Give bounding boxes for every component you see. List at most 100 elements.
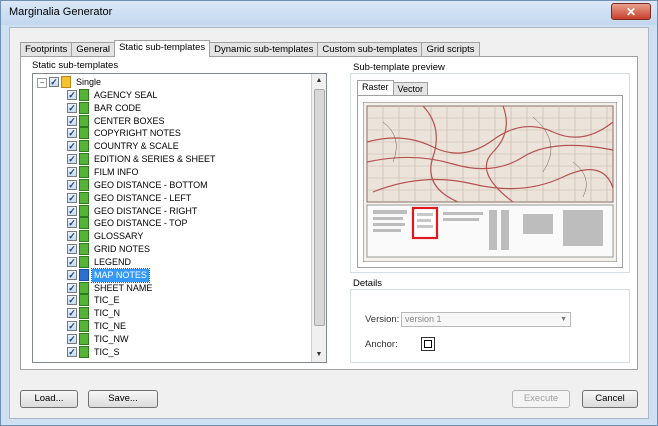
tree-scrollbar[interactable]: ▲ ▼ xyxy=(311,74,326,362)
tree-item-label: GEO DISTANCE - LEFT xyxy=(94,192,192,203)
tree-item[interactable]: ✓ COPYRIGHT NOTES xyxy=(33,127,313,140)
dialog-window: Marginalia Generator ✕ Footprints General… xyxy=(0,0,658,426)
checkbox-icon[interactable]: ✓ xyxy=(67,321,77,332)
tree-item[interactable]: ✓ GLOSSARY xyxy=(33,230,313,243)
template-icon xyxy=(79,101,89,114)
template-icon xyxy=(79,178,89,191)
tree-item[interactable]: ✓ GEO DISTANCE - BOTTOM xyxy=(33,178,313,192)
tree-item[interactable]: ✓ SHEET NAME xyxy=(33,281,313,295)
checkbox-icon[interactable]: ✓ xyxy=(49,77,59,87)
anchor-label: Anchor: xyxy=(365,339,398,350)
tree-item-label: COUNTRY & SCALE xyxy=(94,141,179,152)
tree-item[interactable]: ✓ TIC_NE xyxy=(33,320,313,333)
preview-tab-raster[interactable]: Raster xyxy=(357,80,394,95)
tree-item[interactable]: ✓ GRID NOTES xyxy=(33,243,313,256)
checkbox-icon[interactable]: ✓ xyxy=(67,231,77,242)
tab-dynamic-sub-templates[interactable]: Dynamic sub-templates xyxy=(209,42,319,57)
dialog-client: Footprints General Static sub-templates Dyn… xyxy=(9,27,649,419)
save-button[interactable]: Save... xyxy=(88,390,158,408)
preview-tab-strip: Raster Vector xyxy=(357,80,429,95)
tree-item-label: EDITION & SERIES & SHEET xyxy=(94,154,216,165)
tab-strip: Footprints General Static sub-templates Dyn… xyxy=(20,40,480,57)
tree-item[interactable]: ✓ COUNTRY & SCALE xyxy=(33,140,313,153)
load-button[interactable]: Load... xyxy=(20,390,78,408)
tab-static-sub-templates[interactable]: Static sub-templates xyxy=(114,40,211,57)
checkbox-icon[interactable]: ✓ xyxy=(67,89,77,100)
checkbox-icon[interactable]: ✓ xyxy=(67,346,77,357)
tree-item[interactable]: ✓ EDITION & SERIES & SHEET xyxy=(33,153,313,166)
anchor-icon[interactable] xyxy=(421,337,435,351)
checkbox-icon[interactable]: ✓ xyxy=(67,102,77,113)
map-preview-image xyxy=(363,102,617,262)
tab-custom-sub-templates[interactable]: Custom sub-templates xyxy=(317,42,423,57)
template-icon xyxy=(79,88,89,101)
tree-item[interactable]: ✓ GEO DISTANCE - LEFT xyxy=(33,191,313,205)
template-icon xyxy=(79,320,89,333)
template-icon xyxy=(79,165,89,178)
template-icon xyxy=(79,127,89,140)
template-icon xyxy=(79,114,89,127)
execute-button[interactable]: Execute xyxy=(512,390,570,408)
tree-item[interactable]: ✓ GEO DISTANCE - RIGHT xyxy=(33,204,313,218)
tree-item[interactable]: ✓ FILM INFO xyxy=(33,165,313,179)
close-button[interactable]: ✕ xyxy=(611,3,651,20)
checkbox-icon[interactable]: ✓ xyxy=(67,256,77,267)
tree-item[interactable]: ✓ TIC_S xyxy=(33,345,313,359)
template-icon xyxy=(79,294,89,307)
template-icon xyxy=(79,281,89,294)
tree-item-label: GEO DISTANCE - BOTTOM xyxy=(94,179,208,190)
tree-item[interactable]: ✓ TIC_NW xyxy=(33,333,313,346)
details-group: Details Version: version 1 ▼ Anchor: xyxy=(350,278,630,363)
tree-item-label: GLOSSARY xyxy=(94,231,144,242)
selected-template-highlight xyxy=(411,206,439,240)
checkbox-icon[interactable]: ✓ xyxy=(67,128,77,139)
tree-item[interactable]: ✓ TIC_N xyxy=(33,307,313,320)
checkbox-icon[interactable]: ✓ xyxy=(67,308,77,319)
template-icon xyxy=(79,140,89,153)
checkbox-icon[interactable]: ✓ xyxy=(67,192,77,203)
tree-item[interactable]: ✓ BAR CODE xyxy=(33,101,313,115)
scroll-down-arrow[interactable]: ▼ xyxy=(312,348,326,362)
scroll-thumb[interactable] xyxy=(314,89,325,326)
tree-item[interactable]: ✓ CENTER BOXES xyxy=(33,114,313,128)
tree-item[interactable]: ✓ LEGEND xyxy=(33,255,313,269)
tab-general[interactable]: General xyxy=(71,42,116,57)
version-select[interactable]: version 1 ▼ xyxy=(401,312,571,327)
scroll-up-arrow[interactable]: ▲ xyxy=(312,74,326,88)
tree-root-single[interactable]: − ✓ Single xyxy=(33,76,313,89)
close-icon: ✕ xyxy=(625,5,637,19)
checkbox-icon[interactable]: ✓ xyxy=(67,218,77,229)
checkbox-icon[interactable]: ✓ xyxy=(67,179,77,190)
tree-item[interactable]: ✓ GEO DISTANCE - TOP xyxy=(33,217,313,230)
sub-template-tree[interactable]: − ✓ Single ✓ AGENCY SEAL ✓ BAR CODE ✓ CENTER BOX… xyxy=(32,73,327,363)
tree-item-label: GEO DISTANCE - TOP xyxy=(94,218,188,229)
collapse-icon[interactable]: − xyxy=(37,78,47,88)
title-bar[interactable]: Marginalia Generator ✕ xyxy=(1,1,657,25)
checkbox-icon[interactable]: ✓ xyxy=(67,166,77,177)
checkbox-icon[interactable]: ✓ xyxy=(67,269,77,280)
tree-item-label: TIC_NW xyxy=(94,334,129,344)
template-icon xyxy=(79,268,89,281)
tree-item[interactable]: ✓ TIC_E xyxy=(33,294,313,307)
checkbox-icon[interactable]: ✓ xyxy=(67,154,77,165)
template-icon xyxy=(79,204,89,217)
tab-grid-scripts[interactable]: Grid scripts xyxy=(421,42,480,57)
preview-tab-vector[interactable]: Vector xyxy=(392,82,429,95)
template-icon xyxy=(79,345,89,358)
checkbox-icon[interactable]: ✓ xyxy=(67,244,77,255)
tree-item-label: AGENCY SEAL xyxy=(94,89,158,100)
checkbox-icon[interactable]: ✓ xyxy=(67,295,77,306)
checkbox-icon[interactable]: ✓ xyxy=(67,282,77,293)
tree-item[interactable]: ✓ AGENCY SEAL xyxy=(33,88,313,102)
tree-item[interactable]: ✓ MAP NOTES xyxy=(33,267,313,283)
template-icon xyxy=(79,333,89,345)
tab-footprints[interactable]: Footprints xyxy=(20,42,73,57)
tree-item-label: SHEET NAME xyxy=(94,282,153,293)
checkbox-icon[interactable]: ✓ xyxy=(67,334,77,344)
checkbox-icon[interactable]: ✓ xyxy=(67,115,77,126)
tree-item-label: TIC_N xyxy=(94,308,121,319)
checkbox-icon[interactable]: ✓ xyxy=(67,141,77,152)
cancel-button[interactable]: Cancel xyxy=(582,390,638,408)
static-sub-templates-label: Static sub-templates xyxy=(32,60,119,71)
checkbox-icon[interactable]: ✓ xyxy=(67,205,77,216)
